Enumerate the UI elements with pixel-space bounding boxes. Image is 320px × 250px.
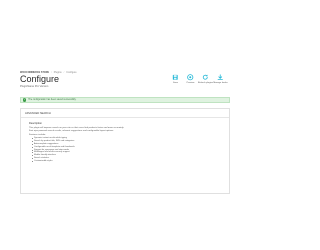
panel-title: ADVANCED SEARCH	[25, 111, 51, 115]
panel-body: Description This plugin will improve sea…	[21, 118, 229, 163]
refresh-icon	[203, 74, 208, 80]
description-line: Fast ajax powered search results, releva…	[29, 129, 114, 132]
refresh-plugins-button[interactable]: Refresh plugins	[198, 74, 213, 84]
breadcrumb-separator: /	[63, 71, 65, 74]
save-button-label: Save	[173, 81, 178, 84]
save-button[interactable]: Save	[168, 74, 183, 84]
toolbar: Save Preview Refresh plugins Manage hook…	[168, 74, 228, 84]
success-message: The configuration has been saved success…	[28, 98, 77, 101]
breadcrumb-page: Configure	[66, 71, 77, 74]
page-title: Configure	[20, 74, 60, 84]
panel-header: ADVANCED SEARCH	[21, 109, 229, 118]
manage-hooks-label: Manage hooks	[213, 81, 228, 84]
configure-page: WOOCOMMERCE STORE / Plugins / Configure …	[0, 0, 250, 250]
preview-button[interactable]: Preview	[183, 74, 198, 84]
refresh-plugins-label: Refresh plugins	[197, 81, 214, 84]
save-icon	[173, 74, 178, 80]
preview-button-label: Preview	[186, 81, 195, 84]
settings-panel: ADVANCED SEARCH Description This plugin …	[20, 108, 230, 194]
feature-list: Dynamic instant results while typing Sea…	[29, 137, 225, 162]
success-banner: ✓ The configuration has been saved succe…	[20, 97, 230, 103]
page-subtitle: PluginName Pro Version	[20, 84, 49, 88]
feature-item: Customizable styles	[31, 160, 225, 163]
check-icon: ✓	[23, 98, 27, 102]
download-icon	[217, 74, 224, 80]
description-heading: Description	[29, 122, 42, 125]
manage-hooks-button[interactable]: Manage hooks	[213, 74, 228, 84]
preview-icon	[187, 74, 194, 81]
